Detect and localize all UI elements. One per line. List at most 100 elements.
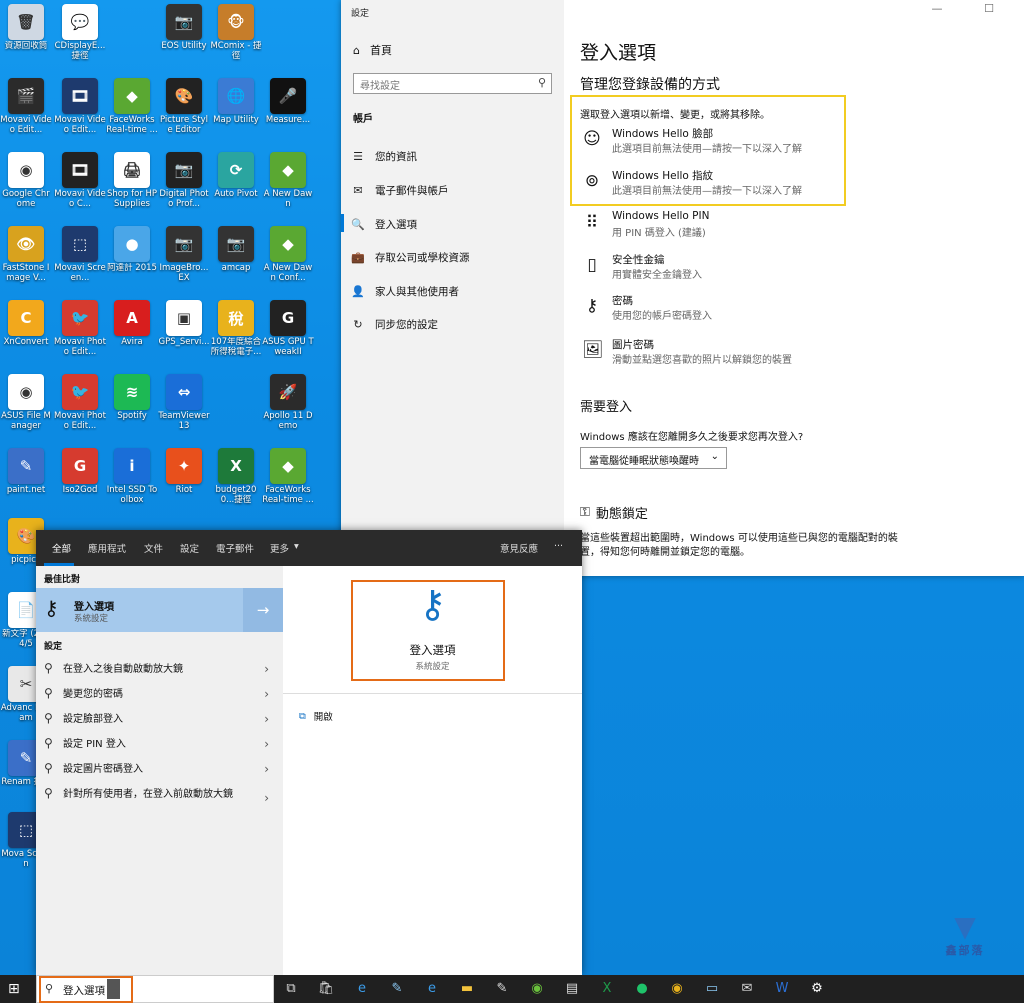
desktop-icon[interactable]: 📷 ImageBro... EX <box>158 224 210 296</box>
nav-item[interactable]: ☰ 您的資訊 <box>351 146 417 166</box>
open-action[interactable]: ⧉ 開啟 <box>299 709 333 724</box>
desktop-icon[interactable]: 🌐 Map Utility <box>210 76 262 148</box>
desktop-icon[interactable]: 🐦 Movavi Photo Edit... <box>54 372 106 444</box>
expand-arrow-button[interactable]: → <box>243 588 283 632</box>
desktop-icon[interactable]: 🎬 Movavi Video Edit... <box>0 76 52 148</box>
taskbar-search-input[interactable]: ⚲ 登入選項 <box>36 975 274 1003</box>
photos-icon[interactable]: ▭ <box>702 980 722 998</box>
app-icon: X <box>218 448 254 484</box>
desktop-icon-label: budget200...捷徑 <box>215 485 257 505</box>
minimize-button[interactable]: — <box>919 2 955 15</box>
chevron-down-icon[interactable]: ▾ <box>294 541 299 552</box>
desktop-icon[interactable]: i Intel SSD Toolbox <box>106 446 158 518</box>
search-result-item[interactable]: ⚲ 變更您的密碼 › <box>36 683 283 707</box>
folder-icon[interactable]: ▬ <box>457 980 477 998</box>
printer-icon[interactable]: ▤ <box>562 980 582 998</box>
require-signin-dropdown[interactable]: 當電腦從睡眠狀態喚醒時 ⌄ <box>580 447 727 469</box>
desktop-icon[interactable]: 👁 FastStone Image V... <box>0 224 52 296</box>
search-tab[interactable]: 全部 <box>52 541 71 555</box>
signin-option-title: Windows Hello 臉部 <box>612 128 714 140</box>
desktop-icon[interactable]: 🎨 Picture Style Editor <box>158 76 210 148</box>
word-icon[interactable]: W <box>772 980 792 998</box>
desktop-icon[interactable]: ◆ FaceWorks Real-time ... <box>262 446 314 518</box>
line-icon[interactable]: ● <box>632 980 652 998</box>
desktop-icon[interactable]: ⬚ Movavi Screen... <box>54 224 106 296</box>
search-result-item[interactable]: ⚲ 在登入之後自動啟動放大鏡 › <box>36 658 283 682</box>
desktop-icon[interactable]: ▣ GPS_Servi... <box>158 298 210 370</box>
desktop-icon[interactable]: A Avira <box>106 298 158 370</box>
desktop-icon-label: Riot <box>175 485 193 495</box>
desktop-icon[interactable]: ◆ FaceWorks Real-time ... <box>106 76 158 148</box>
desktop-icon[interactable]: 🚀 Apollo 11 Demo <box>262 372 314 444</box>
windows-start-icon[interactable]: ⊞ <box>8 981 20 997</box>
signin-option-desc: 使用您的帳戶密碼登入 <box>612 311 712 322</box>
search-tab[interactable]: 應用程式 <box>88 541 126 555</box>
desktop-icon[interactable]: 📷 Digital Photo Prof... <box>158 150 210 222</box>
app-icon: 🎞 <box>62 78 98 114</box>
desktop-icon[interactable]: 📷 amcap <box>210 224 262 296</box>
search-result-item[interactable]: ⚲ 設定圖片密碼登入 › <box>36 758 283 782</box>
desktop-icon[interactable]: ≋ Spotify <box>106 372 158 444</box>
nav-item[interactable]: 👤 家人與其他使用者 <box>351 281 459 301</box>
desktop-icon[interactable]: 稅 107年度綜合所得稅電子... <box>210 298 262 370</box>
desktop-icon[interactable]: 🐦 Movavi Photo Edit... <box>54 298 106 370</box>
settings-window: 設定 ⌂ 首頁 尋找設定 ⚲ 帳戶 ☰ 您的資訊 ✉ 電子郵件與帳戶 🔍 登入選項 💼 存取公… <box>341 0 1024 576</box>
feedback-link[interactable]: 意見反應 <box>500 541 538 555</box>
desktop-icon[interactable]: ◉ ASUS File Manager <box>0 372 52 444</box>
desktop-icon[interactable]: ✦ Riot <box>158 446 210 518</box>
nav-home[interactable]: ⌂ 首頁 <box>353 42 392 58</box>
desktop-icon[interactable]: G ASUS GPU TweakII <box>262 298 314 370</box>
desktop-icon[interactable]: G Iso2God <box>54 446 106 518</box>
mail-icon[interactable]: ✉ <box>737 980 757 998</box>
excel-icon[interactable]: X <box>597 980 617 998</box>
torrent-icon[interactable]: ◉ <box>527 980 547 998</box>
desktop-icon[interactable]: 🎞 Movavi Video C... <box>54 150 106 222</box>
search-tab[interactable]: 更多 <box>270 541 289 555</box>
desktop-icon[interactable]: ◉ Google Chrome <box>0 150 52 222</box>
chrome-icon[interactable]: ◉ <box>667 980 687 998</box>
notepad-icon[interactable]: ✎ <box>387 980 407 998</box>
desktop-icon[interactable]: 🎞 Movavi Video Edit... <box>54 76 106 148</box>
nav-item[interactable]: 🔍 登入選項 <box>351 214 417 234</box>
desktop-icon[interactable]: ⇔ TeamViewer 13 <box>158 372 210 444</box>
nav-item[interactable]: ✉ 電子郵件與帳戶 <box>351 180 448 200</box>
settings-gear-icon[interactable]: ⚙ <box>807 980 827 998</box>
desktop-icon[interactable]: Xbudget200...捷徑 <box>210 446 262 518</box>
desktop-icon[interactable]: ◆ A New Dawn <box>262 150 314 222</box>
desktop-icon[interactable]: 🖨 Shop for HP Supplies <box>106 150 158 222</box>
desktop-icon[interactable]: ✎ paint.net <box>0 446 52 518</box>
search-result-item[interactable]: ⚲ 針對所有使用者，在登入前啟動放大鏡 › <box>36 783 283 815</box>
desktop-icon-label: TeamViewer 13 <box>158 411 210 431</box>
signin-option-icon: ⠿ <box>585 213 599 233</box>
chevron-down-icon: ⌄ <box>710 451 719 462</box>
task-view-icon[interactable]: ⧉ <box>281 980 301 998</box>
desktop-icon[interactable]: ◆ A New Dawn Conf... <box>262 224 314 296</box>
desktop-icon[interactable]: 💬 CDisplayE...捷徑 <box>54 2 106 74</box>
desktop-icon[interactable]: 🗑 資源回收筒 <box>0 2 52 74</box>
app-icon: ⇔ <box>166 374 202 410</box>
app-icon: ◆ <box>270 226 306 262</box>
nav-item[interactable]: 💼 存取公司或學校資源 <box>351 247 469 267</box>
more-options-icon[interactable]: ··· <box>554 541 563 552</box>
desktop-icon[interactable]: ⟳ Auto Pivot <box>210 150 262 222</box>
search-result-item[interactable]: ⚲ 設定 PIN 登入 › <box>36 733 283 757</box>
nav-item[interactable]: ↻ 同步您的設定 <box>351 314 438 334</box>
edge-icon[interactable]: e <box>352 980 372 998</box>
search-tab[interactable]: 文件 <box>144 541 163 555</box>
desktop-icon[interactable]: 📷 EOS Utility <box>158 2 210 74</box>
paint-icon[interactable]: ✎ <box>492 980 512 998</box>
best-match-item[interactable]: ⚷ 登入選項 系統設定 → <box>36 588 283 632</box>
desktop-icon[interactable]: ● 阿達計 2015 <box>106 224 158 296</box>
settings-search-input[interactable]: 尋找設定 ⚲ <box>353 73 552 94</box>
desktop-icon[interactable]: C XnConvert <box>0 298 52 370</box>
search-tab[interactable]: 設定 <box>180 541 199 555</box>
search-result-item[interactable]: ⚲ 設定臉部登入 › <box>36 708 283 732</box>
nav-item-icon: 💼 <box>351 250 365 264</box>
desktop-icon[interactable]: 🎤 Measure... <box>262 76 314 148</box>
store-icon[interactable]: 🛍 <box>316 980 336 998</box>
desktop-icon[interactable]: 🐵 MComix - 捷徑 <box>210 2 262 74</box>
nav-item-icon: ✉ <box>353 183 363 197</box>
ie-icon[interactable]: e <box>422 980 442 998</box>
maximize-button[interactable]: ☐ <box>971 2 1007 15</box>
search-tab[interactable]: 電子郵件 <box>216 541 254 555</box>
